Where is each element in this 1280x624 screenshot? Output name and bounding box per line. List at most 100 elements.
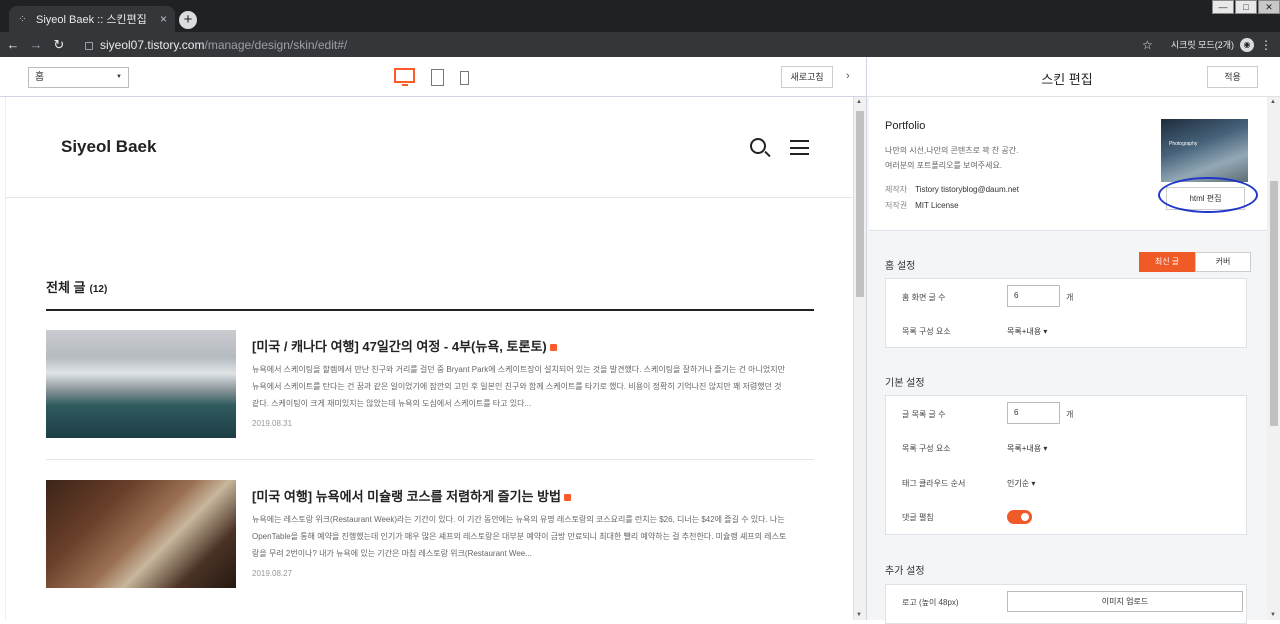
post-thumbnail[interactable] (46, 330, 236, 438)
url-path: /manage/design/skin/edit#/ (204, 37, 348, 52)
post-thumbnail[interactable] (46, 480, 236, 588)
tab-close-icon[interactable]: × (160, 12, 167, 26)
header-divider (6, 197, 853, 198)
desktop-view-icon[interactable] (394, 68, 415, 86)
preview-scrollbar[interactable]: ▲ ▼ (853, 97, 866, 620)
home-list-label: 목록 구성 요소 (902, 327, 951, 336)
extra-settings-label: 추가 설정 (885, 566, 925, 577)
tag-order-value: 인기순 (1007, 479, 1030, 488)
logo-label: 로고 (높이 48px) (902, 598, 959, 607)
blog-title[interactable]: Siyeol Baek (61, 137, 156, 157)
scrollbar-thumb[interactable] (856, 111, 864, 297)
home-count-input[interactable]: 6 (1007, 285, 1060, 307)
skin-license: 저작권 MIT License (885, 200, 959, 211)
scroll-up-icon[interactable]: ▲ (1270, 99, 1276, 105)
post-title[interactable]: [미국 여행] 뉴욕에서 미슐랭 코스를 저렴하게 즐기는 방법 (252, 486, 572, 505)
basic-list-label: 목록 구성 요소 (902, 444, 951, 453)
post-date: 2019.08.31 (252, 419, 293, 428)
post-item[interactable]: [미국 / 캐나다 여행] 47일간의 여정 - 4부(뉴욕, 토론토) 뉴욕에… (46, 330, 814, 460)
maker-value: Tistory tistoryblog@daum.net (915, 185, 1019, 194)
address-bar-row: ← → ↻ siyeol07.tistory.com/manage/design… (0, 32, 1280, 57)
scroll-down-icon[interactable]: ▼ (856, 612, 862, 618)
skin-info-card: Portfolio 나만의 시선,나만의 콘텐츠로 꽉 찬 공간. 여러분의 포… (869, 97, 1267, 231)
bookmark-star-icon[interactable]: ☆ (1142, 38, 1153, 52)
section-heading: 전체 글 (12) (46, 277, 107, 296)
comment-expand-label: 댓글 펼침 (902, 513, 934, 522)
home-list-dropdown[interactable]: 목록+내용 ▾ (1007, 326, 1047, 337)
page-select[interactable]: 홈 ▼ (28, 67, 129, 88)
lock-icon[interactable] (85, 41, 93, 50)
tag-order-dropdown[interactable]: 인기순 ▾ (1007, 478, 1035, 489)
section-title: 전체 글 (46, 280, 86, 295)
new-tab-button[interactable]: + (179, 11, 197, 29)
cover-option[interactable]: 커버 (1195, 252, 1251, 272)
license-label: 저작권 (885, 201, 908, 210)
url-field[interactable]: siyeol07.tistory.com/manage/design/skin/… (100, 38, 347, 52)
panel-header: 스킨 편집 적용 (867, 57, 1280, 97)
incognito-label[interactable]: 시크릿 모드(2개) (1171, 38, 1234, 51)
maximize-button[interactable]: □ (1235, 0, 1257, 14)
mobile-view-icon[interactable] (460, 71, 469, 85)
basic-list-dropdown[interactable]: 목록+내용 ▾ (1007, 443, 1047, 454)
browser-tabstrip: ⁘ Siyeol Baek :: 스킨편집 × + — □ ✕ (0, 0, 1280, 32)
scroll-down-icon[interactable]: ▼ (1270, 612, 1276, 618)
post-title[interactable]: [미국 / 캐나다 여행] 47일간의 여정 - 4부(뉴욕, 토론토) (252, 336, 557, 355)
skin-thumbnail-text: Photography (1169, 141, 1198, 147)
tistory-favicon-icon: ⁘ (18, 13, 27, 25)
skin-edit-panel: 스킨 편집 적용 Portfolio 나만의 시선,나만의 콘텐츠로 꽉 찬 공… (866, 57, 1280, 624)
back-icon[interactable]: ← (3, 37, 23, 52)
post-date: 2019.08.27 (252, 569, 293, 578)
post-title-text: [미국 / 캐나다 여행] 47일간의 여정 - 4부(뉴욕, 토론토) (252, 339, 547, 354)
collapse-panel-icon[interactable]: › (846, 70, 850, 82)
scroll-up-icon[interactable]: ▲ (856, 99, 862, 105)
home-settings-label: 홈 설정 (885, 261, 916, 272)
tablet-view-icon[interactable] (431, 69, 444, 86)
basic-settings-label: 기본 설정 (885, 378, 925, 389)
section-count: (12) (89, 284, 108, 295)
url-host: siyeol07.tistory.com (100, 37, 205, 52)
caret-down-icon: ▾ (1043, 444, 1048, 453)
latest-posts-option[interactable]: 최신 글 (1139, 252, 1195, 272)
skin-desc-line: 나만의 시선,나만의 콘텐츠로 꽉 찬 공간. (885, 146, 1019, 155)
image-upload-button[interactable]: 이미지 업로드 (1007, 591, 1243, 612)
incognito-icon[interactable]: ◉ (1240, 37, 1254, 52)
post-divider (46, 459, 814, 460)
comment-expand-toggle[interactable] (1007, 510, 1032, 524)
minimize-button[interactable]: — (1212, 0, 1234, 14)
list-count-label: 글 목록 글 수 (902, 410, 946, 419)
post-item[interactable]: [미국 여행] 뉴욕에서 미슐랭 코스를 저렴하게 즐기는 방법 뉴욕에는 레스… (46, 480, 814, 610)
license-value: MIT License (915, 201, 959, 210)
blog-preview: Siyeol Baek 전체 글 (12) [미국 / 캐나다 여행] 47일간의… (0, 97, 853, 620)
list-count-input[interactable]: 6 (1007, 402, 1060, 424)
basic-settings-box: 글 목록 글 수 6 개 목록 구성 요소 목록+내용 ▾ 태그 클라우드 순서… (885, 395, 1247, 535)
browser-menu-icon[interactable]: ⋮ (1260, 38, 1272, 52)
panel-scrollbar[interactable]: ▲ ▼ (1267, 97, 1280, 620)
skin-description: 나만의 시선,나만의 콘텐츠로 꽉 찬 공간. 여러분의 포트폴리오를 보여주세… (885, 143, 1145, 173)
extra-settings-box: 로고 (높이 48px) 이미지 업로드 (885, 584, 1247, 624)
caret-down-icon: ▾ (1043, 327, 1048, 336)
skin-name: Portfolio (885, 120, 926, 132)
list-count-unit: 개 (1066, 410, 1074, 419)
new-badge-icon (564, 494, 572, 502)
home-count-label: 홈 화면 글 수 (902, 293, 946, 302)
apply-button[interactable]: 적용 (1207, 66, 1258, 88)
new-badge-icon (549, 344, 557, 352)
post-title-text: [미국 여행] 뉴욕에서 미슐랭 코스를 저렴하게 즐기는 방법 (252, 489, 562, 504)
refresh-button[interactable]: 새로고침 (781, 66, 833, 88)
forward-icon[interactable]: → (26, 37, 46, 52)
skin-maker: 제작자 Tistory tistoryblog@daum.net (885, 184, 1019, 195)
search-icon[interactable] (750, 138, 766, 154)
browser-tab[interactable]: ⁘ Siyeol Baek :: 스킨편집 × (9, 6, 175, 32)
caret-down-icon: ▾ (1031, 479, 1036, 488)
reload-icon[interactable]: ↻ (49, 37, 69, 53)
menu-icon[interactable] (790, 140, 809, 155)
close-window-button[interactable]: ✕ (1258, 0, 1280, 14)
basic-list-value: 목록+내용 (1007, 444, 1042, 453)
scrollbar-thumb[interactable] (1270, 181, 1278, 426)
tab-title: Siyeol Baek :: 스킨편집 (36, 14, 147, 26)
home-list-value: 목록+내용 (1007, 327, 1042, 336)
window-controls: — □ ✕ (1211, 0, 1280, 14)
chevron-down-icon: ▼ (116, 74, 122, 80)
annotation-circle (1158, 177, 1258, 213)
page-select-value: 홈 (35, 72, 45, 83)
